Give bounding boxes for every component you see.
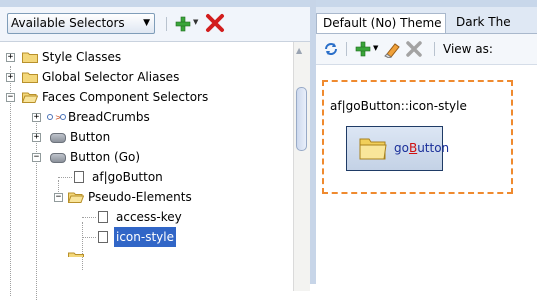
selector-tree-pane: Available Selectors ▼ ▼ + Style Classes … — [0, 7, 310, 300]
folder-icon — [68, 252, 84, 257]
toolbar-separator — [434, 42, 435, 56]
open-folder-icon — [68, 192, 84, 203]
document-icon — [98, 211, 108, 223]
top-strip — [0, 0, 537, 7]
selector-tree: + Style Classes + Global Selector Aliase… — [0, 42, 295, 300]
preview-pane: Default (No) Theme Dark The ▼ View as: a… — [316, 7, 537, 284]
tree-item-partial[interactable] — [0, 249, 290, 257]
expand-plus-icon[interactable]: + — [32, 133, 41, 142]
add-menu-arrow-icon[interactable]: ▼ — [373, 44, 378, 52]
green-plus-icon[interactable] — [355, 41, 371, 57]
tab-dark-theme[interactable]: Dark The — [450, 13, 537, 33]
gray-x-icon[interactable] — [405, 40, 423, 58]
tree-item-breadcrumbs[interactable]: + > BreadCrumbs — [0, 107, 290, 127]
refresh-icon[interactable] — [322, 40, 340, 58]
red-x-icon[interactable] — [204, 12, 226, 34]
folder-icon — [22, 52, 38, 63]
tree-item-icon-style[interactable]: icon-style — [0, 227, 290, 247]
tree-item-button[interactable]: + Button — [0, 127, 290, 147]
tree-item-label: Pseudo-Elements — [88, 190, 192, 204]
access-key-letter: B — [408, 141, 418, 155]
document-icon — [98, 231, 108, 243]
go-button-preview[interactable]: goButton — [346, 126, 449, 171]
tree-item-label: Faces Component Selectors — [42, 90, 209, 104]
tree-guide-line — [58, 177, 72, 178]
expand-plus-icon[interactable]: + — [32, 113, 41, 122]
selector-preview-box: af|goButton::icon-style goButton — [322, 80, 513, 194]
add-menu-arrow-icon[interactable]: ▼ — [193, 18, 198, 26]
tree-item-label: Style Classes — [42, 50, 122, 64]
tree-item-style-classes[interactable]: + Style Classes — [0, 47, 290, 67]
collapse-minus-icon[interactable]: − — [54, 193, 63, 202]
folder-icon — [359, 138, 387, 160]
eraser-icon[interactable] — [384, 40, 402, 58]
tree-item-label: BreadCrumbs — [68, 110, 150, 124]
tree-item-pseudo-elements[interactable]: − Pseudo-Elements — [0, 187, 290, 207]
available-selectors-dropdown[interactable]: Available Selectors ▼ — [7, 13, 155, 34]
green-plus-icon[interactable] — [175, 16, 191, 32]
tree-item-label: af|goButton — [92, 170, 163, 184]
go-button-text: goButton — [394, 141, 450, 155]
theme-tab-bar: Default (No) Theme Dark The — [316, 7, 537, 34]
chevron-down-icon: ▼ — [143, 18, 150, 28]
document-icon — [74, 171, 84, 183]
preview-selector-label: af|goButton::icon-style — [330, 99, 467, 113]
tree-item-global-selector-aliases[interactable]: + Global Selector Aliases — [0, 67, 290, 87]
button-component-icon — [50, 153, 66, 163]
left-toolbar: Available Selectors ▼ ▼ — [0, 7, 310, 42]
view-as-label: View as: — [443, 42, 493, 56]
tree-item-label: access-key — [116, 210, 182, 224]
tree-guide-line — [82, 217, 96, 218]
tree-guide-line — [82, 237, 96, 238]
tree-scrollbar[interactable]: ▲ — [293, 42, 310, 291]
tree-item-label: Global Selector Aliases — [42, 70, 180, 84]
tree-item-faces-component-selectors[interactable]: − Faces Component Selectors — [0, 87, 290, 107]
breadcrumbs-icon: > — [47, 113, 66, 122]
tab-default-theme[interactable]: Default (No) Theme — [316, 13, 446, 33]
button-component-icon — [50, 133, 66, 143]
tree-item-label: Button — [70, 130, 111, 144]
tree-item-label: icon-style — [114, 227, 176, 247]
tree-item-access-key[interactable]: access-key — [0, 207, 290, 227]
expand-plus-icon[interactable]: + — [6, 73, 15, 82]
open-folder-icon — [22, 92, 38, 103]
tree-item-button-go[interactable]: − Button (Go) — [0, 147, 290, 167]
tree-item-label: Button (Go) — [70, 150, 141, 164]
preview-toolbar: ▼ View as: — [316, 34, 537, 65]
expand-plus-icon[interactable]: + — [6, 53, 15, 62]
collapse-minus-icon[interactable]: − — [6, 93, 15, 102]
scroll-up-arrow-icon[interactable]: ▲ — [296, 46, 302, 55]
folder-icon — [22, 72, 38, 83]
tree-item-af-gobutton[interactable]: af|goButton — [0, 167, 290, 187]
dropdown-label: Available Selectors — [11, 16, 125, 30]
toolbar-separator — [166, 17, 167, 31]
collapse-minus-icon[interactable]: − — [32, 153, 41, 162]
scrollbar-thumb[interactable] — [296, 87, 307, 151]
toolbar-separator — [346, 42, 347, 56]
